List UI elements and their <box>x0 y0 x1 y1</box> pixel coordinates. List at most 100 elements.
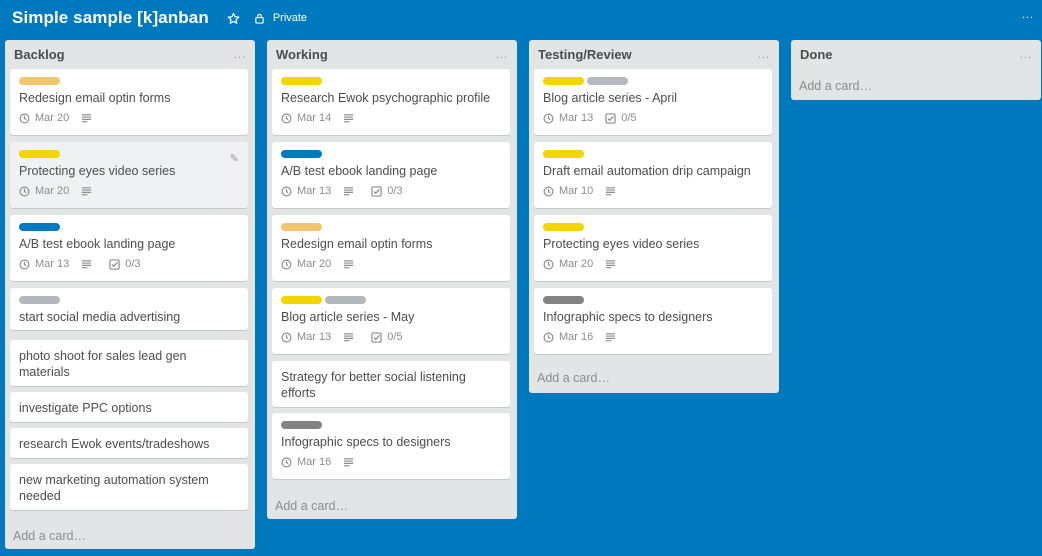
card[interactable]: Infographic specs to designers Mar 16 <box>534 288 772 354</box>
label-blue[interactable] <box>281 150 322 158</box>
card-title: Protecting eyes video series <box>543 237 700 251</box>
description-badge <box>81 259 97 269</box>
list-title[interactable]: Done <box>800 47 833 62</box>
due-date-text: Mar 16 <box>297 456 332 468</box>
due-date-text: Mar 20 <box>297 258 332 270</box>
visibility-button[interactable]: Private <box>254 12 307 24</box>
card-labels <box>543 296 764 304</box>
label-blue[interactable] <box>19 223 60 231</box>
checklist-badge: 0/5 <box>371 331 403 343</box>
card[interactable]: photo shoot for sales lead gen materials <box>10 340 248 386</box>
due-date-text: Mar 20 <box>35 185 70 197</box>
list-menu-button[interactable]: ... <box>234 49 246 61</box>
label-yellow[interactable] <box>543 77 584 85</box>
card[interactable]: research Ewok events/tradeshows <box>10 428 248 458</box>
card[interactable]: Protecting eyes video series Mar 20 ✎ <box>10 142 248 208</box>
board-menu-button[interactable]: ... <box>1022 9 1034 21</box>
label-gray[interactable] <box>19 296 60 304</box>
due-date-badge: Mar 10 <box>543 185 593 197</box>
card[interactable]: Draft email automation drip campaign Mar … <box>534 142 772 208</box>
card[interactable]: new marketing automation system needed <box>10 464 248 510</box>
card[interactable]: Protecting eyes video series Mar 20 <box>534 215 772 281</box>
description-badge <box>343 332 359 342</box>
add-card-button[interactable]: Add a card… <box>275 499 348 513</box>
label-dark-gray[interactable] <box>543 296 584 304</box>
card-labels <box>543 150 764 158</box>
card[interactable]: Blog article series - May Mar 13 0/5 <box>272 288 510 354</box>
label-gray[interactable] <box>587 77 628 85</box>
list-title[interactable]: Working <box>276 47 328 62</box>
card[interactable]: Redesign email optin forms Mar 20 <box>10 69 248 135</box>
card[interactable]: A/B test ebook landing page Mar 13 0/3 <box>10 215 248 281</box>
list-working: Working ... Research Ewok psychographic … <box>267 40 517 519</box>
clock-icon <box>19 186 30 196</box>
due-date-badge: Mar 20 <box>19 112 69 124</box>
card[interactable]: Blog article series - April Mar 13 0/5 <box>534 69 772 135</box>
clock-icon <box>543 113 554 123</box>
label-yellow[interactable] <box>281 296 322 304</box>
card-labels <box>19 150 240 158</box>
label-orange[interactable] <box>19 77 60 85</box>
card[interactable]: start social media advertising <box>10 288 248 330</box>
description-icon <box>606 333 616 342</box>
label-orange[interactable] <box>281 223 322 231</box>
due-date-badge: Mar 14 <box>281 112 331 124</box>
due-date-badge: Mar 16 <box>281 456 331 468</box>
description-icon <box>344 260 354 269</box>
list-menu-button[interactable]: ... <box>496 49 508 61</box>
card[interactable]: Redesign email optin forms Mar 20 <box>272 215 510 281</box>
star-icon <box>227 12 240 24</box>
due-date-text: Mar 20 <box>559 258 594 270</box>
card[interactable]: investigate PPC options <box>10 392 248 422</box>
clock-icon <box>543 186 554 196</box>
card[interactable]: Strategy for better social listening eff… <box>272 361 510 407</box>
list-title[interactable]: Backlog <box>14 47 65 62</box>
card-title: new marketing automation system needed <box>19 473 209 503</box>
list-title[interactable]: Testing/Review <box>538 47 632 62</box>
list-menu-button[interactable]: ... <box>1020 49 1032 61</box>
card-badges: Mar 14 <box>281 111 502 125</box>
card-title: A/B test ebook landing page <box>281 164 438 178</box>
list-done: Done ... Add a card… <box>791 40 1041 100</box>
list-menu-button[interactable]: ... <box>758 49 770 61</box>
due-date-text: Mar 16 <box>559 331 594 343</box>
card[interactable]: A/B test ebook landing page Mar 13 0/3 <box>272 142 510 208</box>
due-date-text: Mar 13 <box>559 112 594 124</box>
description-badge <box>605 259 621 269</box>
checklist-icon <box>371 331 382 343</box>
checklist-icon <box>109 258 120 270</box>
card[interactable]: Infographic specs to designers Mar 16 <box>272 413 510 479</box>
checklist-count: 0/3 <box>387 185 403 197</box>
card-badges: Mar 20 <box>281 257 502 271</box>
due-date-badge: Mar 13 <box>19 258 69 270</box>
add-card-button[interactable]: Add a card… <box>537 371 610 385</box>
list-testing-review: Testing/Review ... Blog article series -… <box>529 40 779 393</box>
description-badge <box>343 186 359 196</box>
card-labels <box>543 77 764 85</box>
star-board-button[interactable] <box>227 12 240 25</box>
due-date-text: Mar 13 <box>35 258 70 270</box>
label-yellow[interactable] <box>543 223 584 231</box>
card[interactable]: Research Ewok psychographic profile Mar 1… <box>272 69 510 135</box>
description-badge <box>343 113 359 123</box>
due-date-badge: Mar 13 <box>281 331 331 343</box>
due-date-text: Mar 10 <box>559 185 594 197</box>
description-icon <box>82 114 92 123</box>
add-card-button[interactable]: Add a card… <box>799 79 872 93</box>
label-dark-gray[interactable] <box>281 421 322 429</box>
card-title: Strategy for better social listening eff… <box>281 370 466 400</box>
label-yellow[interactable] <box>281 77 322 85</box>
card-labels <box>281 421 502 429</box>
pencil-icon[interactable]: ✎ <box>230 152 239 165</box>
label-gray[interactable] <box>325 296 366 304</box>
due-date-badge: Mar 20 <box>281 258 331 270</box>
add-card-button[interactable]: Add a card… <box>13 529 86 543</box>
card-badges: Mar 10 <box>543 184 764 198</box>
card-badges: Mar 20 <box>543 257 764 271</box>
board-title[interactable]: Simple sample [k]anban <box>12 8 209 28</box>
card-title: Infographic specs to designers <box>543 310 713 324</box>
checklist-badge: 0/5 <box>605 112 637 124</box>
card-labels <box>19 77 240 85</box>
label-yellow[interactable] <box>543 150 584 158</box>
label-yellow[interactable] <box>19 150 60 158</box>
